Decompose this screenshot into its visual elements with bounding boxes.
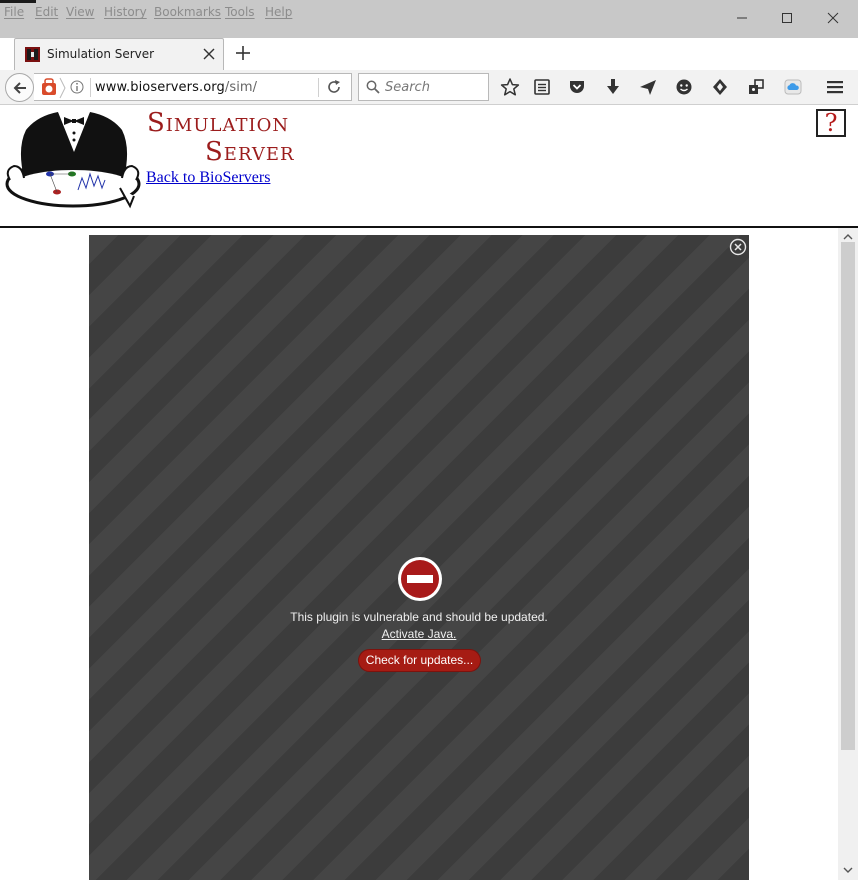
tab-close-icon[interactable]: [201, 46, 217, 62]
send-icon[interactable]: [638, 77, 658, 97]
reader-list-icon[interactable]: [532, 77, 552, 97]
maximize-button[interactable]: [774, 8, 800, 28]
search-icon: [366, 80, 380, 94]
window-corner: [0, 0, 36, 3]
menu-help[interactable]: Help: [265, 5, 292, 19]
scroll-up-icon[interactable]: [843, 233, 853, 241]
site-identity-icon[interactable]: [40, 77, 58, 97]
search-bar[interactable]: Search: [358, 73, 489, 101]
url-divider: [90, 78, 91, 97]
tab-simulation-server[interactable]: Simulation Server: [14, 38, 224, 70]
activate-java-container: Activate Java.: [89, 627, 749, 641]
addon-icon[interactable]: [746, 77, 766, 97]
plugin-close-icon[interactable]: [729, 238, 747, 256]
back-arrow-icon: [13, 81, 26, 94]
menu-history[interactable]: History: [104, 5, 147, 19]
menu-view[interactable]: View: [66, 5, 94, 19]
menu-tools[interactable]: Tools: [225, 5, 255, 19]
menu-edit[interactable]: Edit: [35, 5, 58, 19]
chevron-right-icon: [59, 77, 66, 99]
maximize-icon: [782, 13, 792, 23]
title-bar: File Edit View History Bookmarks Tools H…: [0, 0, 858, 38]
back-to-bioservers-link[interactable]: Back to BioServers: [146, 169, 270, 187]
help-button[interactable]: ?: [816, 109, 846, 137]
plugin-warning-text: This plugin is vulnerable and should be …: [290, 610, 548, 624]
tuxedo-logo: [5, 112, 141, 209]
site-favicon-icon: [25, 47, 40, 62]
plugin-blocked-icon: [398, 557, 442, 601]
page-title-line1: Simulation: [147, 108, 290, 138]
reload-icon[interactable]: [326, 79, 342, 95]
search-input[interactable]: Search: [385, 80, 430, 95]
hamburger-menu-icon[interactable]: [825, 77, 845, 97]
download-icon[interactable]: [603, 77, 623, 97]
url-divider-right: [318, 78, 319, 97]
close-icon: [827, 12, 839, 24]
page-title-line2: Server: [205, 137, 295, 167]
pocket-icon[interactable]: [567, 77, 587, 97]
url-bar[interactable]: www.bioservers.org/sim/: [34, 73, 352, 101]
extension-icon[interactable]: [710, 77, 730, 97]
menu-bookmarks[interactable]: Bookmarks: [154, 5, 221, 19]
cloud-sync-icon[interactable]: [783, 77, 803, 97]
plus-icon: [236, 46, 250, 60]
minimize-button[interactable]: [729, 8, 755, 28]
url-text[interactable]: www.bioservers.org/sim/: [95, 80, 257, 95]
check-for-updates-button[interactable]: Check for updates...: [359, 650, 480, 671]
chat-face-icon[interactable]: [674, 77, 694, 97]
header-divider: [0, 226, 858, 228]
bookmark-star-icon[interactable]: [500, 77, 520, 97]
activate-java-link[interactable]: Activate Java.: [382, 627, 457, 641]
back-button[interactable]: [5, 73, 34, 102]
menu-file[interactable]: File: [4, 5, 24, 19]
minimize-icon: [737, 17, 747, 19]
close-window-button[interactable]: [820, 8, 846, 28]
info-icon[interactable]: [70, 80, 84, 94]
new-tab-button[interactable]: [232, 42, 254, 64]
scroll-down-icon[interactable]: [843, 866, 853, 874]
scrollbar-thumb[interactable]: [841, 242, 855, 750]
tab-title: Simulation Server: [47, 47, 155, 61]
